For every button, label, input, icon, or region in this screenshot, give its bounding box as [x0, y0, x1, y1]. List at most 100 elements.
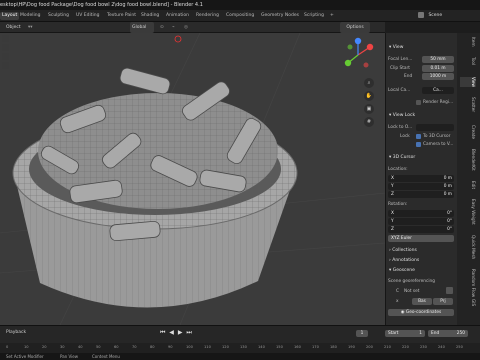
collections-header[interactable]: › Collections — [389, 248, 456, 253]
3d-cursor-header[interactable]: ▾ 3D Cursor — [389, 155, 456, 160]
window-title: esktop\HP\Dog food Package\Dog food bowl… — [0, 2, 203, 8]
scene-icon — [418, 11, 424, 18]
proportional-icon[interactable]: ◎ — [184, 22, 188, 33]
tab-compositing[interactable]: Compositing — [226, 12, 254, 20]
sidebar-tab-tool[interactable]: Tool — [460, 57, 476, 65]
move-tool-icon[interactable] — [2, 53, 9, 60]
3d-cursor-label: 3D Cursor — [392, 155, 416, 160]
tab-layout[interactable]: Layout — [0, 12, 20, 20]
geo-coordinates-button[interactable]: ◉ Geo-coordinates — [388, 309, 454, 316]
pivot-icon[interactable]: ⊙ — [160, 22, 164, 33]
cursor-rotation-y[interactable]: Y 0° — [388, 218, 454, 225]
cursor-location-x[interactable]: X 0 m — [388, 175, 454, 182]
3d-viewport[interactable]: ⌕ ✋ ▣ # — [0, 33, 385, 325]
loc-x-axis: X — [391, 176, 394, 181]
workspace-bar: Layout Modeling Sculpting UV Editing Tex… — [0, 10, 480, 22]
loc-y-axis: Y — [391, 184, 394, 189]
render-region-label: Render Regi... — [423, 100, 454, 105]
sidebar-tab-scatter[interactable]: Scatter — [460, 97, 476, 112]
options-menu[interactable]: Options — [340, 22, 370, 33]
sidebar-panel: ▾ View Focal Len... 50 mm Clip Start 0.0… — [385, 33, 457, 325]
end-frame-field[interactable]: End 250 — [428, 330, 468, 337]
tab-animation[interactable]: Animation — [166, 12, 189, 20]
timeline-header: Playback ⏮ ◀ ▶ ⏭ 1 Start 1 End 250 — [0, 325, 480, 343]
clip-start-field[interactable]: 0.01 m — [422, 65, 454, 72]
lock-to-object-field[interactable] — [416, 124, 454, 131]
clip-end-field[interactable]: 1000 m — [422, 73, 454, 80]
camera-view-icon[interactable]: ▣ — [364, 104, 374, 114]
crs-settings-icon[interactable] — [446, 287, 453, 294]
timeline-ruler[interactable]: 0 10 20 30 40 50 60 70 80 90 100 110 120 130 140 150 160… — [0, 343, 480, 353]
pan-hand-icon[interactable]: ✋ — [364, 91, 374, 101]
timeline-tick: 170 — [312, 345, 319, 349]
tab-shading[interactable]: Shading — [141, 12, 159, 20]
navigation-gizmo[interactable] — [340, 37, 376, 73]
timeline-tick: 200 — [366, 345, 373, 349]
tab-scripting[interactable]: Scripting — [304, 12, 324, 20]
snap-icon[interactable]: ⌁ — [172, 22, 175, 33]
select-tool-icon[interactable] — [2, 35, 9, 42]
playback-menu[interactable]: Playback — [6, 330, 26, 335]
zoom-icon[interactable]: ⌕ — [364, 78, 374, 88]
sidebar-tab-item[interactable]: Item — [460, 37, 476, 47]
loc-y-value: 0 m — [443, 184, 452, 189]
cursor-tool-icon[interactable] — [2, 44, 9, 51]
status-right: Context Menu — [92, 354, 120, 359]
rot-x-axis: X — [391, 211, 394, 216]
render-region-checkbox[interactable] — [416, 100, 421, 105]
cursor-rotation-x[interactable]: X 0° — [388, 210, 454, 217]
focal-length-field[interactable]: 50 mm — [422, 56, 454, 63]
sidebar-tab-edit[interactable]: Edit — [460, 181, 476, 189]
end-frame-value: 250 — [456, 331, 465, 336]
annotations-header[interactable]: › Annotations — [389, 258, 456, 263]
geoscene-header[interactable]: ▾ Geoscene — [389, 268, 456, 273]
tab-modeling[interactable]: Modeling — [20, 12, 40, 20]
crs-value: Not set — [404, 289, 420, 294]
cursor-location-z[interactable]: Z 0 m — [388, 191, 454, 198]
sidebar-tab-random-flow[interactable]: Random Flow — [460, 269, 476, 297]
crs-label: C — [396, 289, 400, 294]
tab-texture-paint[interactable]: Texture Paint — [107, 12, 136, 20]
project-button[interactable]: Prj — [433, 298, 453, 305]
base-button[interactable]: Bas — [412, 298, 432, 305]
timeline-tick: 190 — [348, 345, 355, 349]
scene-georef-label: Scene georeferencing — [388, 279, 435, 284]
timeline-tick: 230 — [420, 345, 427, 349]
cursor-location-y[interactable]: Y 0 m — [388, 183, 454, 190]
timeline-tick: 80 — [150, 345, 155, 349]
view-menu-icon[interactable]: ▾▾ — [28, 22, 33, 33]
sidebar-tab-gis[interactable]: GIS — [460, 299, 476, 306]
start-frame-field[interactable]: Start 1 — [385, 330, 425, 337]
sidebar-tab-view[interactable]: View — [460, 77, 476, 87]
bowl-render — [0, 33, 385, 325]
rotation-label: Rotation: — [388, 202, 408, 207]
object-mode-menu[interactable]: Object — [6, 22, 21, 33]
clip-start-label: Clip Start — [390, 66, 410, 71]
current-frame-field[interactable]: 1 — [356, 330, 368, 337]
local-camera-field[interactable]: Ca... — [422, 87, 454, 94]
view-section-header: ▾ View — [389, 45, 404, 50]
transform-orientation[interactable]: Global — [130, 22, 154, 33]
cursor-rotation-z[interactable]: Z 0° — [388, 226, 454, 233]
tab-geometry-nodes[interactable]: Geometry Nodes — [261, 12, 299, 20]
scene-selector[interactable]: Scene — [415, 11, 480, 21]
rotation-mode-dropdown[interactable]: XYZ Euler — [388, 235, 454, 242]
rotate-tool-icon[interactable] — [2, 62, 9, 69]
timeline-tick: 110 — [204, 345, 211, 349]
tab-add[interactable]: + — [330, 12, 334, 20]
sidebar-tab-blenderkit[interactable]: BlenderKit — [460, 149, 476, 171]
playback-controls[interactable]: ⏮ ◀ ▶ ⏭ — [160, 329, 193, 337]
camera-to-view-checkbox[interactable] — [416, 142, 421, 147]
status-bar: Set Active Modifier Pan View Context Men… — [0, 353, 480, 360]
view-lock-header[interactable]: ▾ View Lock — [389, 113, 456, 118]
sidebar-tab-create[interactable]: Create — [460, 125, 476, 139]
sidebar-tab-quick-mesh[interactable]: Quick Mesh — [460, 235, 476, 259]
sidebar-tab-easy-weight[interactable]: Easy Weight — [460, 199, 476, 225]
to-3d-cursor-checkbox[interactable] — [416, 134, 421, 139]
tab-sculpting[interactable]: Sculpting — [48, 12, 69, 20]
tab-uv-editing[interactable]: UV Editing — [76, 12, 99, 20]
timeline-tick: 70 — [132, 345, 137, 349]
grid-ortho-icon[interactable]: # — [364, 117, 374, 127]
tab-rendering[interactable]: Rendering — [196, 12, 219, 20]
start-frame-label: Start — [388, 331, 399, 336]
